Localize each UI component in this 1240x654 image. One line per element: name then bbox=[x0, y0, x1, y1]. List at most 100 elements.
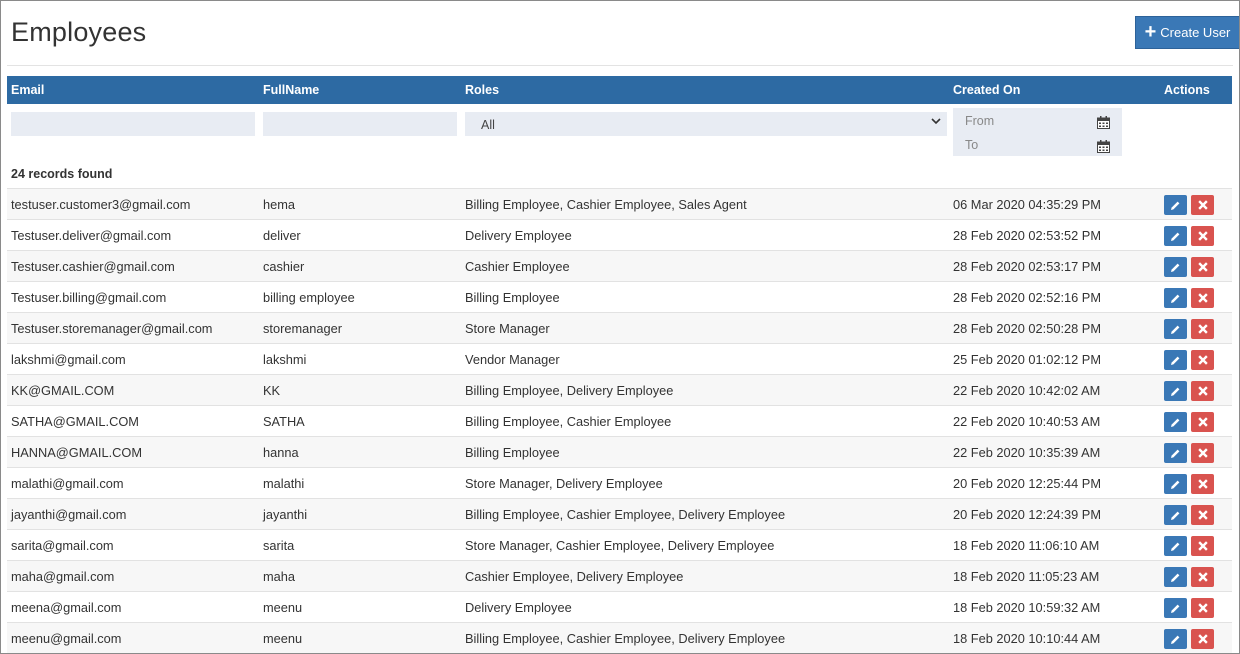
date-from-input[interactable]: From bbox=[965, 114, 994, 128]
date-to-input[interactable]: To bbox=[965, 138, 978, 152]
close-icon bbox=[1197, 386, 1208, 396]
employees-page: Employees + Create User Email FullName R… bbox=[0, 0, 1240, 654]
cell-fullname: storemanager bbox=[263, 321, 342, 336]
cell-fullname: meenu bbox=[263, 600, 303, 615]
create-user-button[interactable]: + Create User bbox=[1135, 16, 1239, 49]
table-row: meenu@gmail.com meenu Billing Employee, Ca… bbox=[7, 622, 1232, 653]
column-header-fullname[interactable]: FullName bbox=[263, 83, 319, 97]
delete-button[interactable] bbox=[1191, 412, 1214, 432]
cell-email: meenu@gmail.com bbox=[11, 631, 122, 646]
cell-fullname: hema bbox=[263, 197, 296, 212]
cell-roles: Billing Employee bbox=[465, 290, 560, 305]
pencil-icon bbox=[1171, 387, 1180, 396]
close-icon bbox=[1197, 200, 1208, 210]
table-row: meena@gmail.com meenu Delivery Employee 18 … bbox=[7, 591, 1232, 622]
header-divider bbox=[7, 65, 1233, 66]
close-icon bbox=[1197, 262, 1208, 272]
chevron-down-icon bbox=[931, 118, 941, 125]
delete-button[interactable] bbox=[1191, 288, 1214, 308]
close-icon bbox=[1197, 355, 1208, 365]
column-header-roles[interactable]: Roles bbox=[465, 83, 499, 97]
edit-button[interactable] bbox=[1164, 381, 1187, 401]
edit-button[interactable] bbox=[1164, 598, 1187, 618]
cell-roles: Billing Employee, Cashier Employee, Deli… bbox=[465, 507, 786, 522]
pencil-icon bbox=[1171, 449, 1180, 458]
cell-created-on: 18 Feb 2020 11:05:23 AM bbox=[953, 569, 1100, 584]
table-row: malathi@gmail.com malathi Store Manager, D… bbox=[7, 467, 1232, 498]
cell-roles: Delivery Employee bbox=[465, 228, 572, 243]
table-row: lakshmi@gmail.com lakshmi Vendor Manager 25… bbox=[7, 343, 1232, 374]
cell-email: Testuser.deliver@gmail.com bbox=[11, 228, 172, 243]
edit-button[interactable] bbox=[1164, 257, 1187, 277]
email-filter-input[interactable] bbox=[11, 112, 255, 136]
cell-fullname: deliver bbox=[263, 228, 301, 243]
cell-email: KK@GMAIL.COM bbox=[11, 383, 115, 398]
close-icon bbox=[1197, 448, 1208, 458]
calendar-icon[interactable] bbox=[1097, 116, 1110, 129]
edit-button[interactable] bbox=[1164, 195, 1187, 215]
column-header-created-on[interactable]: Created On bbox=[953, 83, 1020, 97]
pencil-icon bbox=[1171, 635, 1180, 644]
edit-button[interactable] bbox=[1164, 443, 1187, 463]
table-row: sarita@gmail.com sarita Store Manager, Cas… bbox=[7, 529, 1232, 560]
edit-button[interactable] bbox=[1164, 319, 1187, 339]
table-row: KK@GMAIL.COM KK Billing Employee, Delivery… bbox=[7, 374, 1232, 405]
edit-button[interactable] bbox=[1164, 567, 1187, 587]
cell-created-on: 28 Feb 2020 02:50:28 PM bbox=[953, 321, 1101, 336]
pencil-icon bbox=[1171, 418, 1180, 427]
plus-icon: + bbox=[1144, 20, 1157, 43]
cell-fullname: SATHA bbox=[263, 414, 305, 429]
close-icon bbox=[1197, 293, 1208, 303]
cell-roles: Billing Employee, Cashier Employee, Sale… bbox=[465, 197, 747, 212]
cell-email: HANNA@GMAIL.COM bbox=[11, 445, 143, 460]
edit-button[interactable] bbox=[1164, 536, 1187, 556]
pencil-icon bbox=[1171, 325, 1180, 334]
delete-button[interactable] bbox=[1191, 567, 1214, 587]
table-row: Testuser.storemanager@gmail.com storemana… bbox=[7, 312, 1232, 343]
edit-button[interactable] bbox=[1164, 288, 1187, 308]
cell-roles: Vendor Manager bbox=[465, 352, 560, 367]
delete-button[interactable] bbox=[1191, 319, 1214, 339]
close-icon bbox=[1197, 510, 1208, 520]
delete-button[interactable] bbox=[1191, 381, 1214, 401]
delete-button[interactable] bbox=[1191, 505, 1214, 525]
edit-button[interactable] bbox=[1164, 350, 1187, 370]
delete-button[interactable] bbox=[1191, 226, 1214, 246]
roles-filter-select[interactable]: All bbox=[465, 112, 947, 136]
cell-created-on: 28 Feb 2020 02:53:17 PM bbox=[953, 259, 1101, 274]
delete-button[interactable] bbox=[1191, 536, 1214, 556]
table-header: Email FullName Roles Created On Actions bbox=[7, 76, 1232, 104]
cell-email: Testuser.cashier@gmail.com bbox=[11, 259, 175, 274]
fullname-filter-input[interactable] bbox=[263, 112, 457, 136]
delete-button[interactable] bbox=[1191, 257, 1214, 277]
edit-button[interactable] bbox=[1164, 412, 1187, 432]
pencil-icon bbox=[1171, 294, 1180, 303]
delete-button[interactable] bbox=[1191, 629, 1214, 649]
delete-button[interactable] bbox=[1191, 598, 1214, 618]
column-header-email[interactable]: Email bbox=[11, 83, 44, 97]
table-row: Testuser.deliver@gmail.com deliver Deliver… bbox=[7, 219, 1232, 250]
close-icon bbox=[1197, 603, 1208, 613]
cell-created-on: 20 Feb 2020 12:25:44 PM bbox=[953, 476, 1101, 491]
cell-fullname: jayanthi bbox=[263, 507, 308, 522]
calendar-icon[interactable] bbox=[1097, 140, 1110, 153]
edit-button[interactable] bbox=[1164, 474, 1187, 494]
cell-roles: Billing Employee, Cashier Employee, Deli… bbox=[465, 631, 786, 646]
delete-button[interactable] bbox=[1191, 350, 1214, 370]
cell-created-on: 18 Feb 2020 10:10:44 AM bbox=[953, 631, 1101, 646]
cell-created-on: 22 Feb 2020 10:40:53 AM bbox=[953, 414, 1101, 429]
cell-fullname: billing employee bbox=[263, 290, 355, 305]
edit-button[interactable] bbox=[1164, 226, 1187, 246]
delete-button[interactable] bbox=[1191, 195, 1214, 215]
table-row: HANNA@GMAIL.COM hanna Billing Employee 22 F… bbox=[7, 436, 1232, 467]
edit-button[interactable] bbox=[1164, 505, 1187, 525]
cell-email: malathi@gmail.com bbox=[11, 476, 124, 491]
close-icon bbox=[1197, 541, 1208, 551]
cell-email: maha@gmail.com bbox=[11, 569, 115, 584]
cell-created-on: 22 Feb 2020 10:35:39 AM bbox=[953, 445, 1101, 460]
edit-button[interactable] bbox=[1164, 629, 1187, 649]
cell-created-on: 22 Feb 2020 10:42:02 AM bbox=[953, 383, 1101, 398]
pencil-icon bbox=[1171, 480, 1180, 489]
delete-button[interactable] bbox=[1191, 443, 1214, 463]
delete-button[interactable] bbox=[1191, 474, 1214, 494]
